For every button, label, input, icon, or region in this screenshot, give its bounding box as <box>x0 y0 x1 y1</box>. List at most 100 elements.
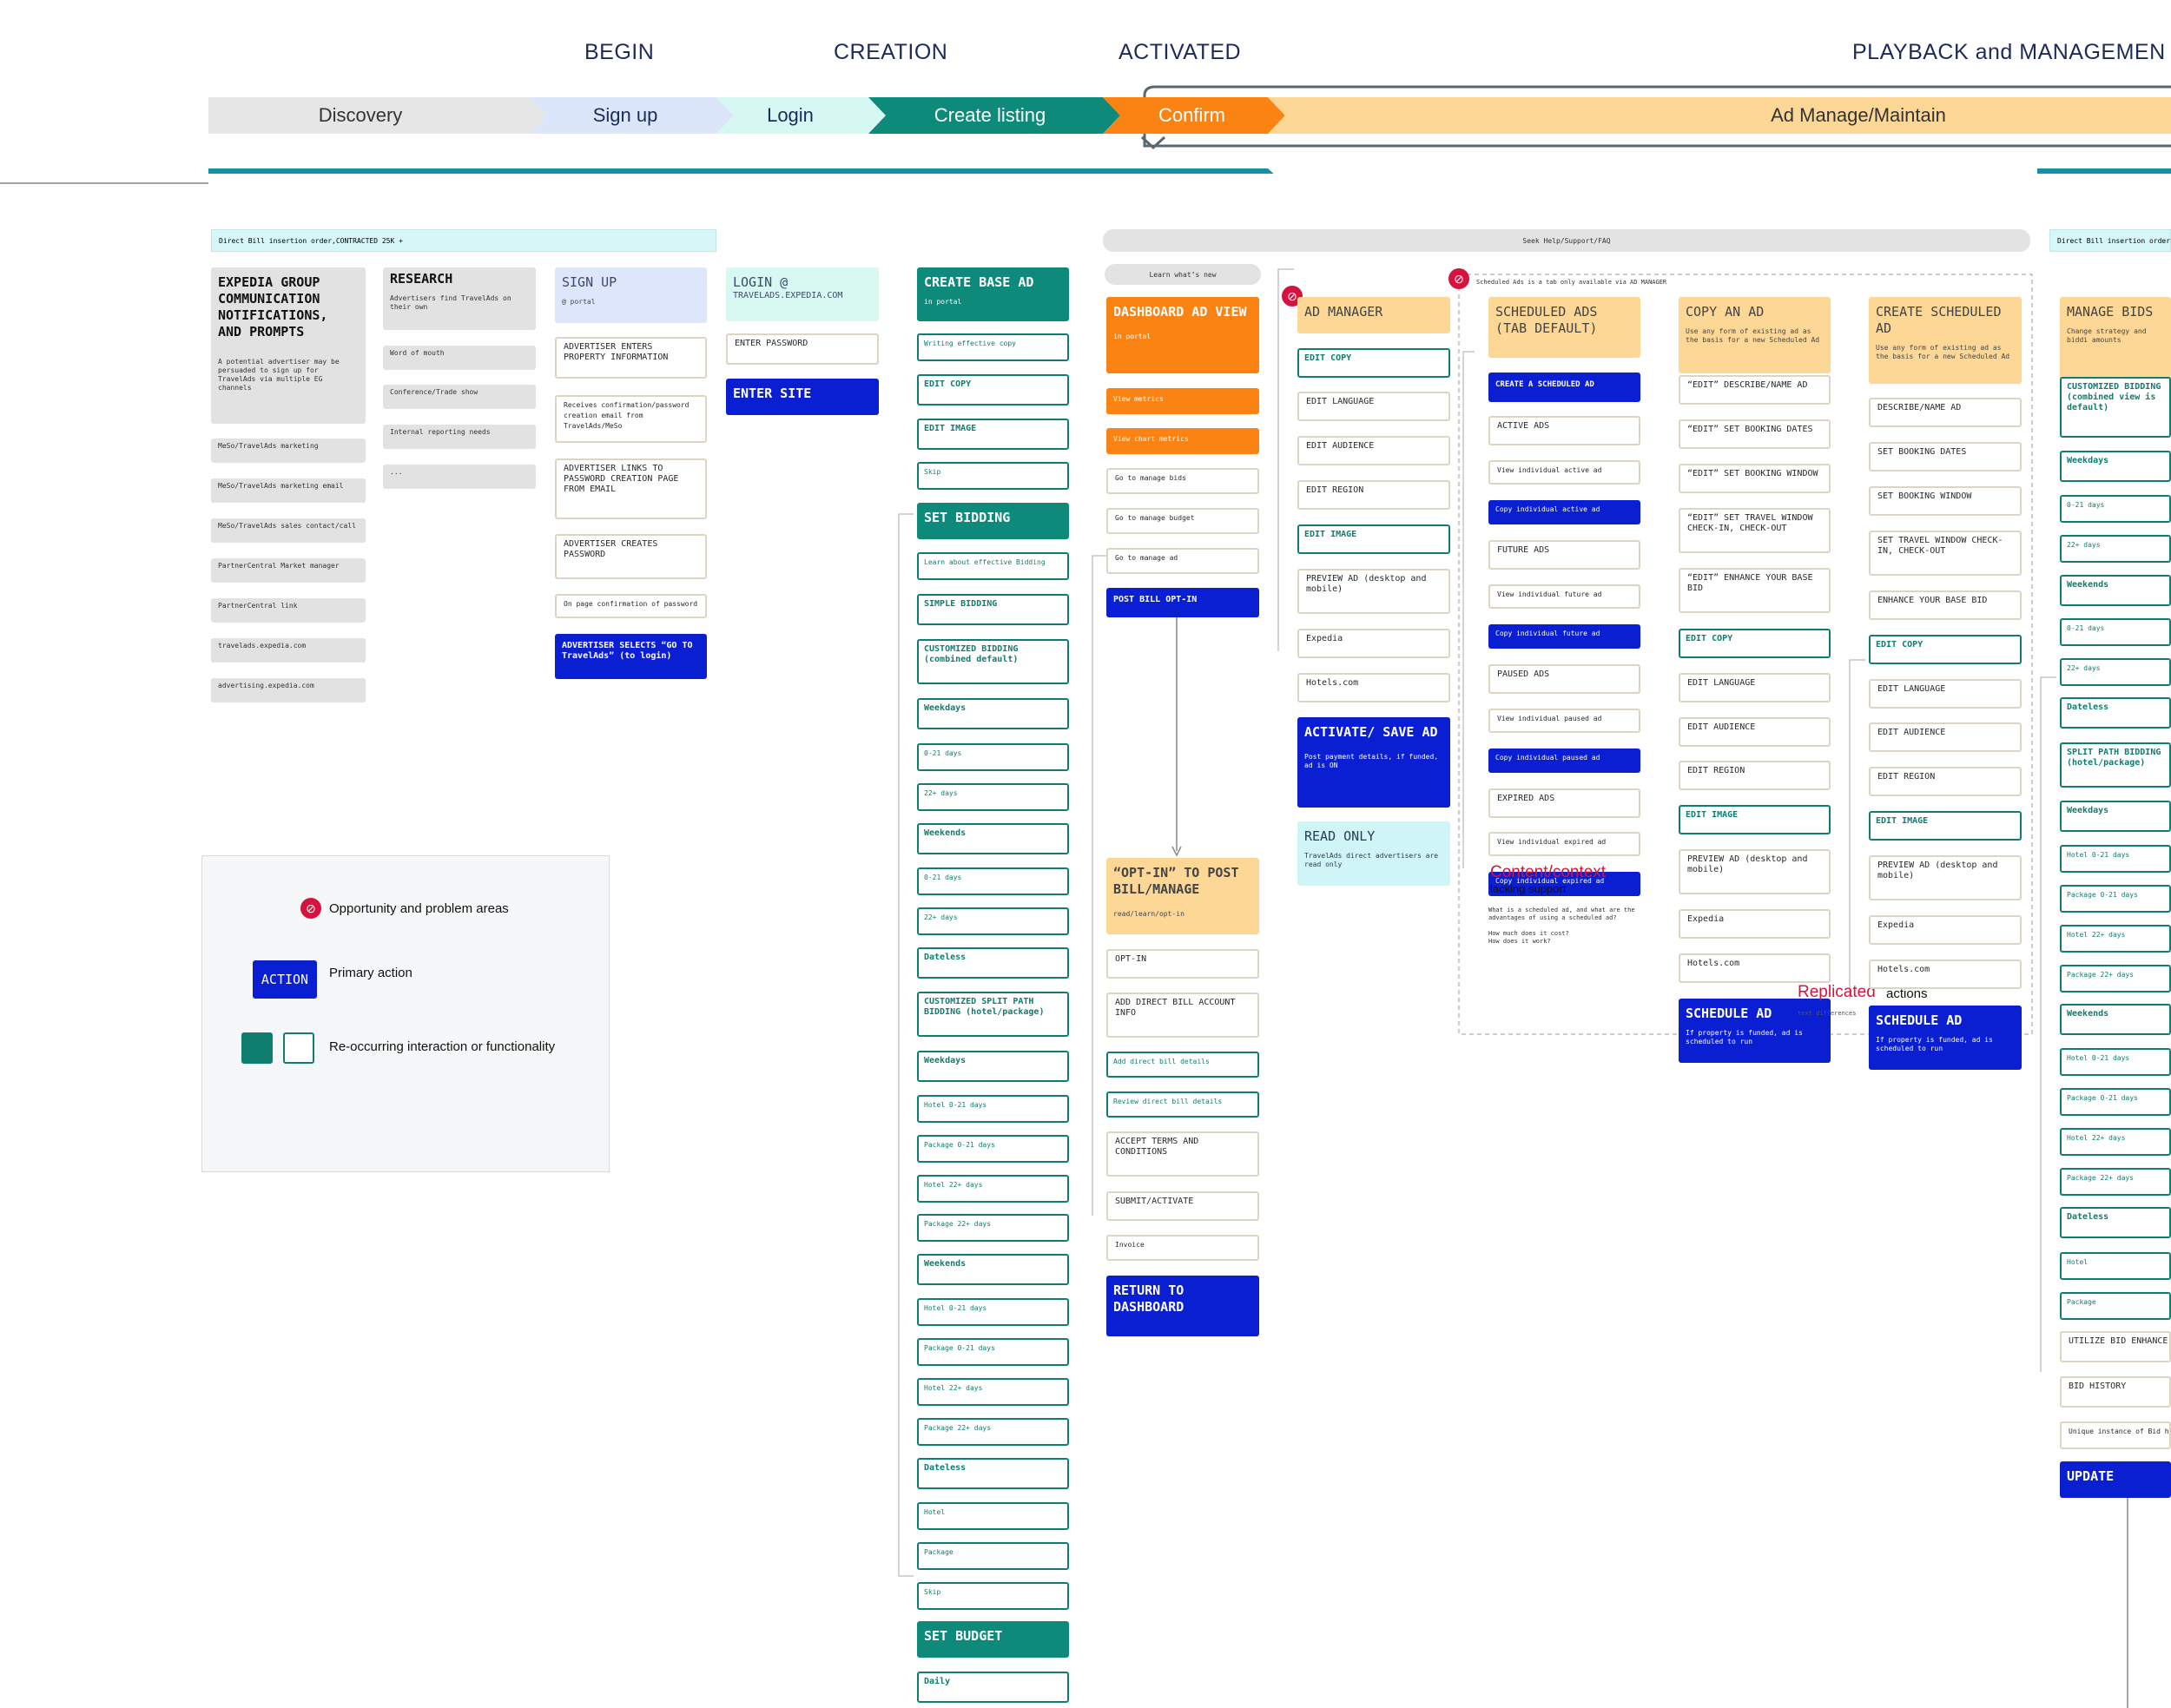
item-signup: ADVERTISER LINKS TO PASSWORD CREATION PA… <box>555 458 707 519</box>
item-scheduled: View individual active ad <box>1488 460 1640 485</box>
enter-site-button[interactable]: ENTER SITE <box>726 379 879 415</box>
item-signup: Receives confirmation/password creation … <box>555 395 707 443</box>
item-eg-marketing: MeSo/TravelAds marketing <box>211 439 366 463</box>
item-manage-bid: 0-21 days <box>2060 495 2171 523</box>
schedule-ad-button-2[interactable]: SCHEDULE AD If property is funded, ad is… <box>1869 1006 2022 1070</box>
item-create-sched: SET BOOKING WINDOW <box>1869 486 2022 516</box>
item-bid: Package <box>917 1542 1069 1570</box>
item-bid: Package 0-21 days <box>917 1135 1069 1163</box>
item-manage-bid: Hotel 0-21 days <box>2060 1048 2171 1076</box>
item-create-sched: ENHANCE YOUR BASE BID <box>1869 590 2022 620</box>
item-manage-bid: Package 0-21 days <box>2060 885 2171 913</box>
card-create-base-ad: CREATE BASE AD in portal <box>917 267 1069 321</box>
copy-future-ad-button[interactable]: Copy individual future ad <box>1488 624 1640 649</box>
item-bid: Weekdays <box>917 698 1069 729</box>
item-bid: 0-21 days <box>917 867 1069 895</box>
card-manage-bids: MANAGE BIDS Change strategy and biddi am… <box>2060 297 2171 384</box>
item-manage-bid: 22+ days <box>2060 658 2171 686</box>
item-manage-bid: Package <box>2060 1292 2171 1320</box>
item-research: Conference/Trade show <box>383 385 536 409</box>
item-manage-bid: UTILIZE BID ENHANCE <box>2060 1331 2171 1362</box>
view-chart-metrics-button[interactable]: View chart metrics <box>1106 428 1259 454</box>
item-create-sched: Hotels.com <box>1869 960 2022 989</box>
copy-active-ad-button[interactable]: Copy individual active ad <box>1488 500 1640 524</box>
return-to-dashboard-button[interactable]: RETURN TO DASHBOARD <box>1106 1276 1259 1336</box>
item-create-sched: EDIT IMAGE <box>1869 811 2022 841</box>
item-manage-bid: SPLIT PATH BIDDING (hotel/package) <box>2060 742 2171 788</box>
item-copy: Hotels.com <box>1679 953 1831 983</box>
activate-save-ad-button[interactable]: ACTIVATE/ SAVE AD Post payment details, … <box>1297 717 1450 808</box>
manage-budget-link[interactable]: Go to manage budget <box>1106 508 1259 534</box>
banner-first-time: First time advertiser, single property a… <box>313 173 938 193</box>
item-copy: EDIT IMAGE <box>1679 805 1831 834</box>
copy-paused-ad-button[interactable]: Copy individual paused ad <box>1488 748 1640 773</box>
item-ad-manager: Expedia <box>1297 629 1450 658</box>
post-bill-opt-in-button[interactable]: POST BILL OPT-IN <box>1106 588 1259 617</box>
manage-ad-link[interactable]: Go to manage ad <box>1106 548 1259 574</box>
item-copy: “EDIT” DESCRIBE/NAME AD <box>1679 375 1831 405</box>
item-create-sched: DESCRIBE/NAME AD <box>1869 398 2022 427</box>
item-create-sched: Expedia <box>1869 915 2022 945</box>
content-context-label: Content/context <box>1490 863 1607 881</box>
step-signup: Sign up <box>592 104 658 126</box>
legend-filled-swatch <box>241 1032 273 1064</box>
legend-panel: ⊘ Opportunity and problem areas ACTION P… <box>201 855 610 1172</box>
item-bid: Learn about effective Bidding <box>917 552 1069 580</box>
lacking-support-label: lacking support <box>1490 882 1567 895</box>
item-bid: Weekends <box>917 1254 1069 1285</box>
note-direct-bill-2: Direct Bill insertion order, <box>2049 229 2171 252</box>
item-copy: “EDIT” SET BOOKING DATES <box>1679 419 1831 449</box>
item-signup: ADVERTISER CREATES PASSWORD <box>555 534 707 579</box>
item-create-sched: EDIT REGION <box>1869 767 2022 796</box>
step-ad-manage: Ad Manage/Maintain <box>1771 104 1946 126</box>
card-research: RESEARCH Advertisers find TravelAds on t… <box>383 267 536 330</box>
item-create: Skip <box>917 462 1069 490</box>
item-budget: Daily <box>917 1672 1069 1703</box>
item-bid: Hotel 22+ days <box>917 1378 1069 1406</box>
item-copy: “EDIT” ENHANCE YOUR BASE BID <box>1679 568 1831 613</box>
item-bid: CUSTOMIZED BIDDING (combined default) <box>917 639 1069 684</box>
item-copy: EDIT LANGUAGE <box>1679 673 1831 702</box>
card-sign-up: SIGN UP @ portal <box>555 267 707 323</box>
step-discovery: Discovery <box>318 104 403 126</box>
item-eg-travelads: travelads.expedia.com <box>211 638 366 663</box>
item-eg-sales: MeSo/TravelAds sales contact/call <box>211 518 366 543</box>
item-create-sched: PREVIEW AD (desktop and mobile) <box>1869 855 2022 900</box>
manage-bids-link[interactable]: Go to manage bids <box>1106 468 1259 494</box>
item-bid: Weekends <box>917 823 1069 854</box>
opt-in-item: ADD DIRECT BILL ACCOUNT INFO <box>1106 992 1259 1038</box>
item-manage-bid: Package 22+ days <box>2060 1168 2171 1196</box>
card-eg-communication: EXPEDIA GROUP COMMUNICATION NOTIFICATION… <box>211 267 366 424</box>
view-metrics-button[interactable]: View metrics <box>1106 388 1259 414</box>
item-scheduled: View individual paused ad <box>1488 709 1640 733</box>
item-bid: 22+ days <box>917 907 1069 935</box>
item-copy: Expedia <box>1679 909 1831 939</box>
item-create-sched: EDIT LANGUAGE <box>1869 679 2022 709</box>
opt-in-item: OPT-IN <box>1106 949 1259 979</box>
item-copy: “EDIT” SET TRAVEL WINDOW CHECK-IN, CHECK… <box>1679 508 1831 553</box>
item-eg-pc-link: PartnerCentral link <box>211 598 366 623</box>
item-bid: Dateless <box>917 1458 1069 1489</box>
item-bid: Hotel <box>917 1502 1069 1530</box>
item-eg-market-manager: PartnerCentral Market manager <box>211 558 366 583</box>
connector-lines <box>0 85 2171 1708</box>
item-create-sched: EDIT AUDIENCE <box>1869 722 2022 752</box>
step-login: Login <box>767 104 814 126</box>
item-bid: Package 0-21 days <box>917 1338 1069 1366</box>
update-button[interactable]: UPDATE <box>2060 1461 2171 1498</box>
item-create: EDIT IMAGE <box>917 419 1069 450</box>
alert-icon: ⊘ <box>1448 268 1469 289</box>
enter-password-item: ENTER PASSWORD <box>726 333 879 365</box>
process-arrows <box>208 97 2171 174</box>
replicated-label: Replicated <box>1798 983 1876 1001</box>
item-manage-bid: 22+ days <box>2060 535 2171 563</box>
item-signup: On page confirmation of password <box>555 594 707 618</box>
create-scheduled-ad-button[interactable]: CREATE A SCHEDULED AD <box>1488 373 1640 402</box>
schedule-ad-button[interactable]: SCHEDULE AD If property is funded, ad is… <box>1679 999 1831 1063</box>
item-bid: Package 22+ days <box>917 1418 1069 1446</box>
item-bid: 22+ days <box>917 783 1069 811</box>
item-manage-bid: Dateless <box>2060 1207 2171 1238</box>
go-to-travelads-button[interactable]: ADVERTISER SELECTS “GO TO TravelAds” (to… <box>555 634 707 679</box>
item-manage-bid: Weekdays <box>2060 451 2171 482</box>
item-bid: Weekdays <box>917 1051 1069 1082</box>
